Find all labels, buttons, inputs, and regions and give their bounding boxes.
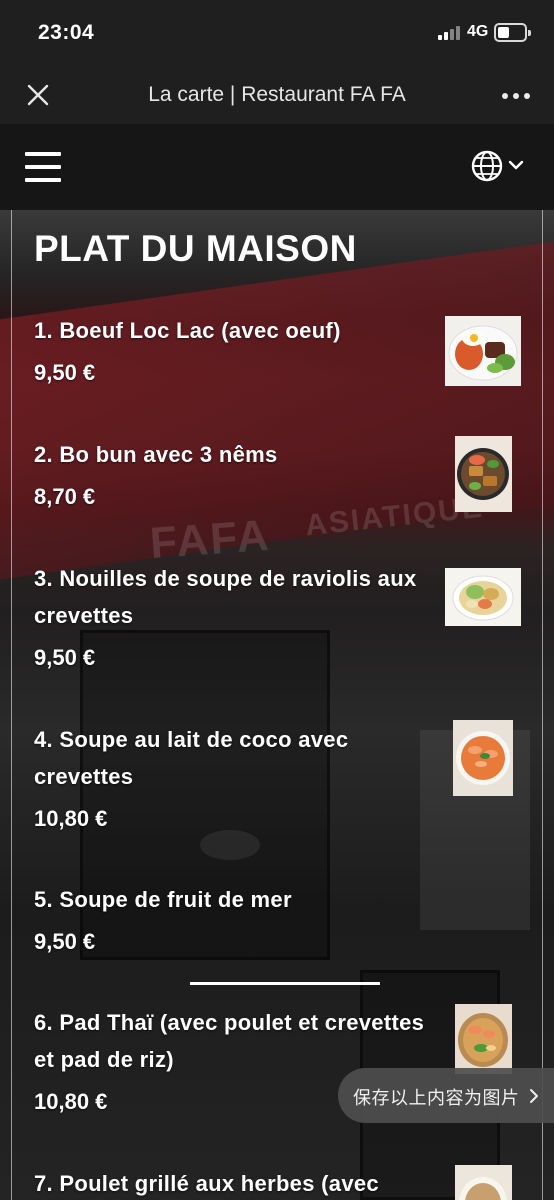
dish-name: 6. Pad Thaï (avec poulet et crevettes et…	[34, 1010, 425, 1072]
save-as-image-label: 保存以上内容为图片	[353, 1088, 520, 1108]
dish-price: 10,80 €	[34, 806, 108, 831]
menu-item[interactable]: 3. Nouilles de soupe de raviolis aux cre…	[34, 560, 434, 676]
content-border-right	[542, 210, 543, 1200]
site-header	[0, 124, 554, 210]
rice-egg-plate-icon	[445, 316, 521, 386]
dish-name: 4. Soupe au lait de coco avec crevettes	[34, 727, 349, 789]
dish-photo[interactable]	[445, 316, 521, 386]
chevron-right-icon	[530, 1089, 538, 1103]
coconut-soup-bowl-icon	[453, 720, 513, 796]
pad-thai-plate-icon	[455, 1004, 512, 1074]
dish-photo[interactable]	[455, 436, 512, 512]
more-options-button[interactable]	[502, 91, 532, 101]
hamburger-menu-button[interactable]	[25, 152, 61, 182]
dish-photo[interactable]	[453, 720, 513, 796]
screen: 23:04 4G La carte | Restaurant FA FA FAF…	[0, 0, 554, 1200]
scroll-indicator-line	[190, 982, 380, 985]
dish-price: 8,70 €	[34, 484, 96, 509]
dish-price: 9,50 €	[34, 929, 96, 954]
menu-item[interactable]: 1. Boeuf Loc Lac (avec oeuf) 9,50 €	[34, 312, 434, 391]
dish-price: 9,50 €	[34, 360, 96, 385]
dish-photo[interactable]	[445, 568, 521, 626]
save-as-image-button[interactable]: 保存以上内容为图片	[338, 1068, 554, 1123]
dish-name: 7. Poulet grillé aux herbes (avec	[34, 1171, 379, 1196]
signal-icon	[438, 26, 462, 40]
dish-name: 1. Boeuf Loc Lac (avec oeuf)	[34, 318, 341, 343]
dish-price: 9,50 €	[34, 645, 96, 670]
title-bar: La carte | Restaurant FA FA	[0, 66, 554, 124]
menu-content: PLAT DU MAISON 1. Boeuf Loc Lac (avec oe…	[0, 210, 554, 1200]
dish-name: 2. Bo bun avec 3 nêms	[34, 442, 278, 467]
content-border-left	[11, 210, 12, 1200]
bo-bun-bowl-icon	[455, 436, 512, 512]
page-title: La carte | Restaurant FA FA	[148, 83, 406, 106]
menu-item[interactable]: 2. Bo bun avec 3 nêms 8,70 €	[34, 436, 434, 515]
dish-name: 5. Soupe de fruit de mer	[34, 887, 292, 912]
status-time: 23:04	[38, 21, 95, 44]
noodle-soup-bowl-icon	[445, 568, 521, 626]
dish-photo[interactable]	[455, 1004, 512, 1074]
status-bar: 23:04 4G	[0, 0, 554, 66]
dish-name: 3. Nouilles de soupe de raviolis aux cre…	[34, 566, 417, 628]
battery-icon	[494, 23, 531, 42]
grilled-chicken-dish-icon	[455, 1165, 512, 1200]
language-selector[interactable]	[470, 148, 530, 184]
menu-item[interactable]: 4. Soupe au lait de coco avec crevettes …	[34, 721, 434, 837]
menu-item[interactable]: 7. Poulet grillé aux herbes (avec	[34, 1165, 434, 1200]
section-title: PLAT DU MAISON	[34, 228, 357, 269]
menu-item[interactable]: 5. Soupe de fruit de mer 9,50 €	[34, 881, 434, 960]
network-label: 4G	[467, 23, 489, 40]
globe-icon	[471, 150, 524, 182]
dish-photo[interactable]	[455, 1165, 512, 1200]
